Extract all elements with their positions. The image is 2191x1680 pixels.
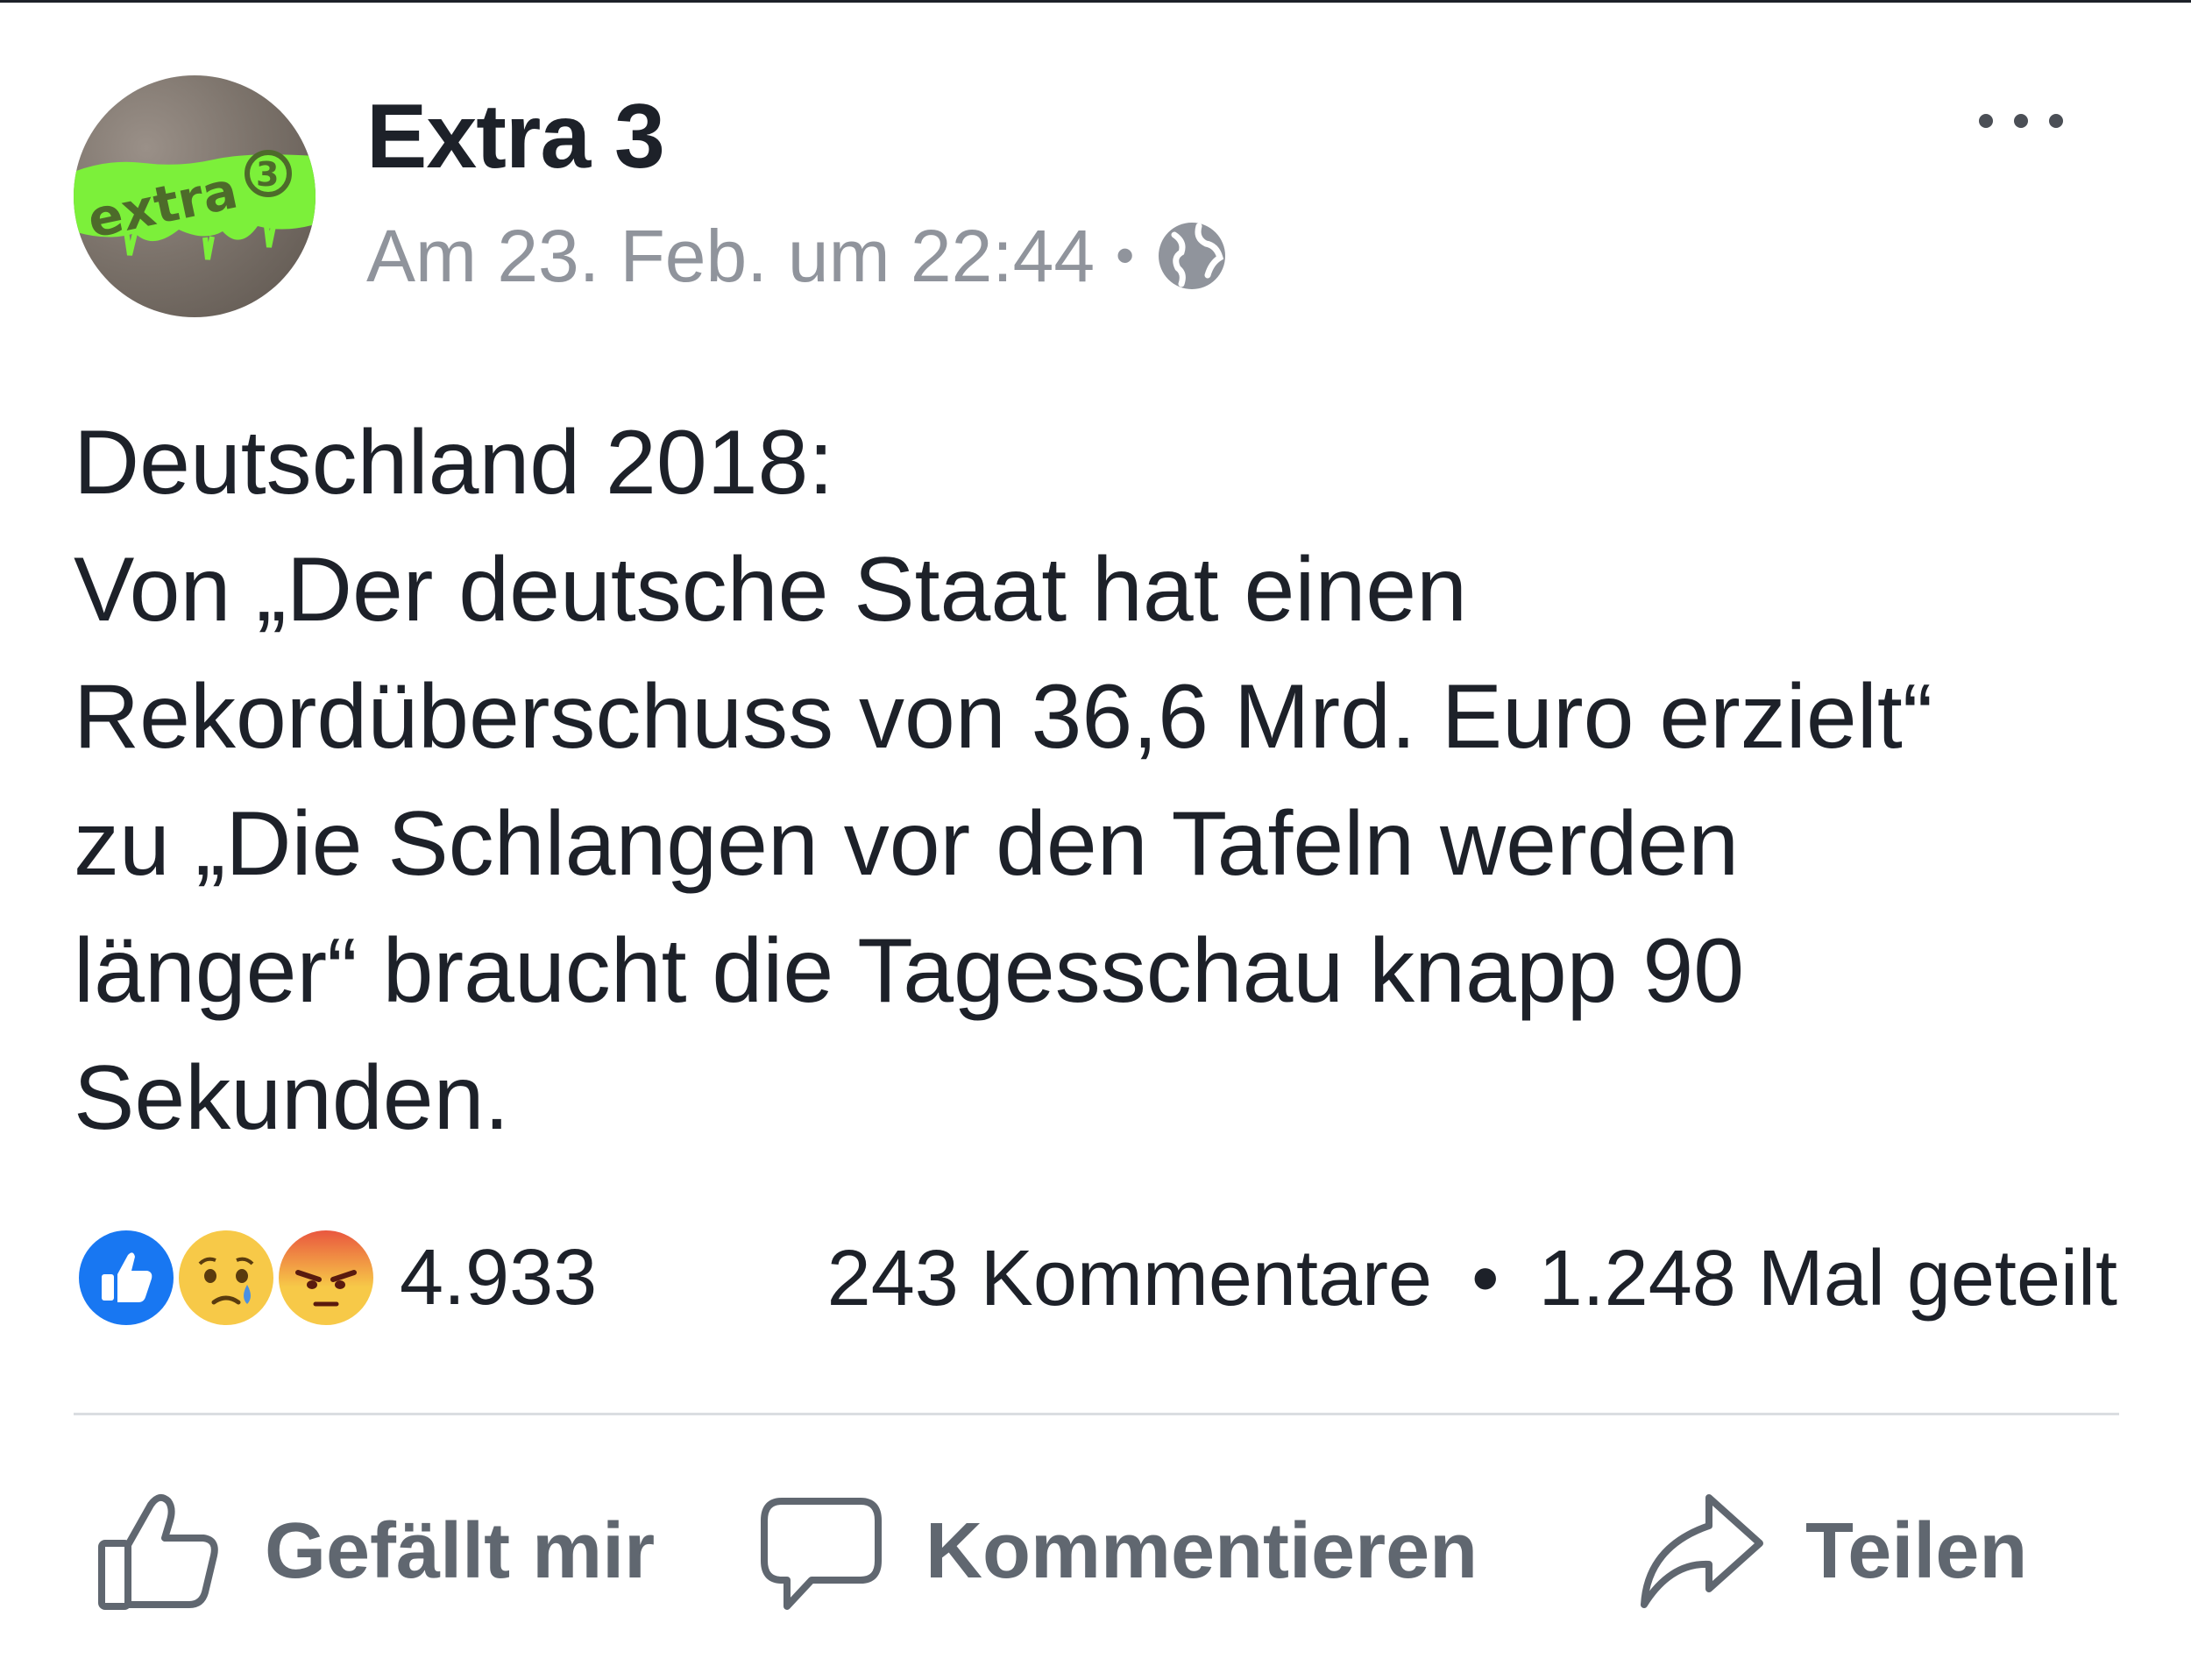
svg-text:3: 3 — [256, 155, 279, 194]
meta-separator: • — [1116, 226, 1135, 285]
like-reaction-icon — [74, 1225, 179, 1330]
comment-button[interactable]: Kommentieren — [755, 1481, 1478, 1621]
post-text-line: Von „Der deutsche Staat hat einen — [74, 539, 1467, 641]
reactions-summary[interactable]: 4.933 — [74, 1225, 597, 1330]
post-text-line: Rekordüberschuss von 36,6 Mrd. Euro erzi… — [74, 666, 1933, 768]
sad-reaction-icon — [174, 1225, 279, 1330]
thumbs-up-icon — [98, 1493, 218, 1610]
avatar[interactable]: extra 3 — [74, 75, 316, 317]
comment-icon — [761, 1498, 882, 1610]
action-bar: Gefällt mir Kommentieren Teilen — [0, 1481, 2191, 1621]
post-text: Deutschland 2018: Von „Der deutsche Staa… — [74, 400, 2159, 1162]
comments-count[interactable]: 243 Kommentare — [827, 1235, 1432, 1322]
share-label: Teilen — [1805, 1506, 2028, 1595]
share-button[interactable]: Teilen — [1635, 1481, 2027, 1621]
globe-icon — [1155, 219, 1229, 293]
like-button[interactable]: Gefällt mir — [95, 1481, 655, 1621]
post-text-line: zu „Die Schlangen vor den Tafeln werden — [74, 793, 1740, 895]
more-dot — [2049, 114, 2063, 128]
post-meta: Am 23. Feb. um 22:44 • — [366, 212, 1229, 300]
reactions-count[interactable]: 4.933 — [400, 1233, 597, 1323]
stats-separator: • — [1471, 1235, 1500, 1322]
divider — [74, 1413, 2119, 1415]
post-text-line: Sekunden. — [74, 1047, 510, 1149]
post-text-line: länger“ braucht die Tagesschau knapp 90 — [74, 920, 1745, 1022]
post-stats: 243 Kommentare • 1.248 Mal geteilt — [827, 1230, 2117, 1327]
angry-reaction-icon — [273, 1225, 379, 1330]
shares-count[interactable]: 1.248 Mal geteilt — [1539, 1235, 2117, 1322]
like-label: Gefällt mir — [265, 1506, 656, 1595]
author-name[interactable]: Extra 3 — [366, 84, 665, 189]
extra3-logo: extra 3 — [74, 150, 316, 260]
more-dot — [2014, 114, 2028, 128]
top-border — [0, 0, 2191, 3]
timestamp[interactable]: Am 23. Feb. um 22:44 — [366, 212, 1095, 300]
more-options-icon[interactable] — [1979, 114, 2063, 128]
more-dot — [1979, 114, 1993, 128]
comment-label: Kommentieren — [925, 1506, 1478, 1595]
share-icon — [1641, 1494, 1763, 1608]
post-text-line: Deutschland 2018: — [74, 412, 834, 514]
